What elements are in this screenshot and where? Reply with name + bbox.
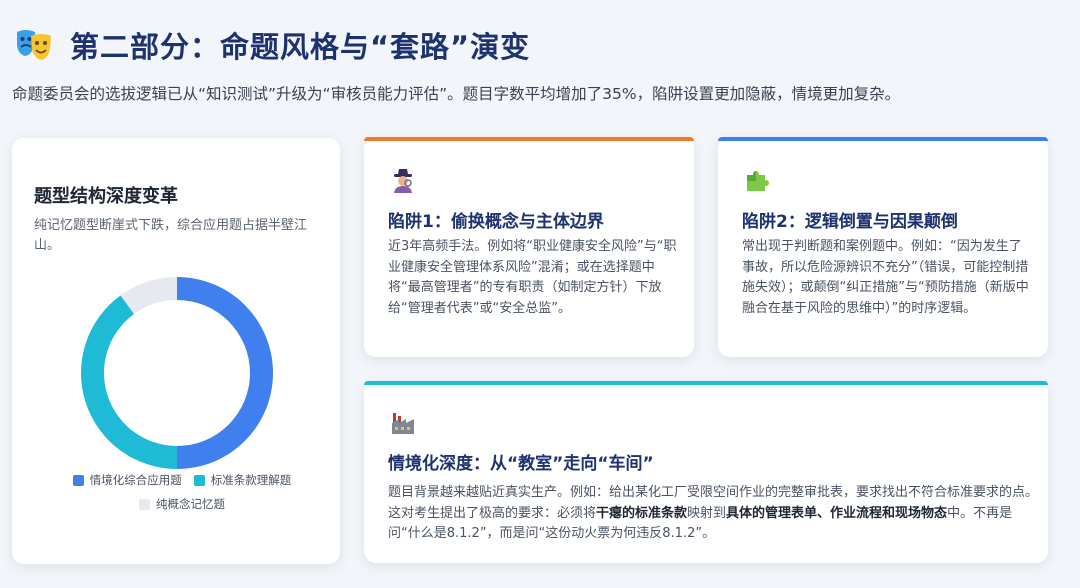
trap-body: 近3年高频手法。例如将“职业健康安全风险”与“职业健康安全管理体系风险”混淆；或…: [388, 239, 677, 316]
trap-card-1: 陷阱1：偷换概念与主体边界 近3年高频手法。例如将“职业健康安全风险”与“职业健…: [364, 137, 694, 357]
card-accent: [364, 381, 1048, 385]
legend-swatch: [193, 474, 205, 486]
donut-chart: [81, 277, 273, 469]
trap-body: 常出现于判断题和案例题中。例如：“因为发生了事故，所以危险源辨识不充分”（错误，…: [742, 239, 1029, 316]
factory-icon: [392, 413, 414, 434]
scene-highlight: 具体的管理表单、作业流程和现场物态: [726, 505, 948, 521]
page-header: 第二部分：命题风格与“套路”演变: [14, 24, 530, 66]
legend-item[interactable]: 标准条款理解题: [193, 472, 292, 488]
scene-body: 题目背景越来越贴近真实生产。例如：给出某化工厂受限空间作业的完整审批表，要求找出…: [388, 483, 1038, 545]
page-subtitle: 命题委员会的选拔逻辑已从“知识测试”升级为“审核员能力评估”。题目字数平均增加了…: [12, 85, 901, 103]
card-accent: [364, 137, 694, 141]
card-accent: [718, 137, 1048, 141]
scene-highlight: 干瘪的标准条款: [596, 505, 688, 521]
chart-title: 题型结构深度变革: [34, 186, 178, 207]
legend-item[interactable]: 纯概念记忆题: [139, 496, 225, 512]
legend-swatch: [72, 474, 84, 486]
trap-title: 陷阱1：偷换概念与主体边界: [388, 212, 604, 232]
chart-card: 题型结构深度变革 纯记忆题型断崖式下跌，综合应用题占据半壁江山。 情境化综合应用…: [12, 138, 340, 564]
donut-slice[interactable]: [177, 277, 273, 469]
page-title: 第二部分：命题风格与“套路”演变: [70, 30, 531, 64]
chart-description: 纯记忆题型断崖式下跌，综合应用题占据半壁江山。: [34, 218, 308, 253]
scene-title: 情境化深度：从“教室”走向“车间”: [388, 454, 654, 474]
puzzle-icon: [747, 171, 769, 191]
scene-card: 情境化深度：从“教室”走向“车间” 题目背景越来越贴近真实生产。例如：给出某化工…: [364, 381, 1048, 563]
legend-swatch: [139, 498, 150, 510]
legend-item[interactable]: 情境化综合应用题: [72, 472, 182, 488]
detective-icon: [394, 169, 412, 193]
trap-title: 陷阱2：逻辑倒置与因果颠倒: [742, 212, 958, 232]
trap-card-2: 陷阱2：逻辑倒置与因果颠倒 常出现于判断题和案例题中。例如：“因为发生了事故，所…: [718, 137, 1048, 357]
theater-masks-icon: [17, 30, 51, 60]
scene-body-text: 映射到: [687, 505, 727, 521]
donut-slice[interactable]: [81, 295, 177, 469]
legend-label: 标准条款理解题: [210, 473, 292, 487]
legend-label: 情境化综合应用题: [89, 473, 182, 487]
chart-legend: 情境化综合应用题 标准条款理解题 纯概念记忆题: [62, 472, 302, 520]
legend-label: 纯概念记忆题: [156, 497, 225, 511]
